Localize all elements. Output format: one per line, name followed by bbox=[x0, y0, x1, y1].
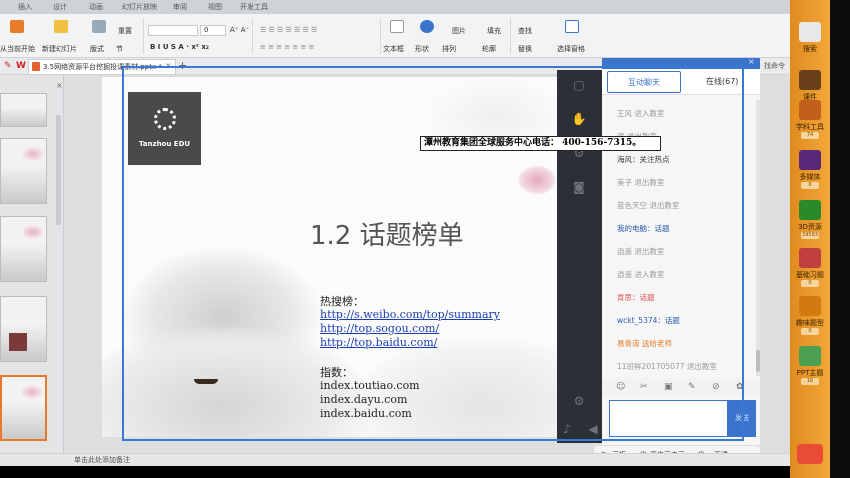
select-pane-button[interactable]: 选择窗格 bbox=[557, 44, 585, 54]
arrange-button[interactable]: 排列 bbox=[442, 44, 456, 54]
toolbar-tool-count: 0 bbox=[801, 182, 819, 189]
slide-thumbnail[interactable] bbox=[0, 138, 47, 204]
ribbon-divider bbox=[510, 18, 511, 54]
toolbar-tool-count: 74 bbox=[801, 132, 819, 139]
toolbar-tool-label[interactable]: 多媒体 bbox=[790, 172, 830, 182]
close-chat-icon[interactable]: × bbox=[748, 57, 755, 66]
toolbar-tool-icon[interactable] bbox=[799, 150, 821, 170]
shape-icon bbox=[420, 20, 434, 33]
pptx-file-icon bbox=[32, 62, 40, 71]
ribbon-tab-bar: 插入 设计 动画 幻灯片放映 审阅 视图 开发工具 bbox=[0, 0, 790, 14]
notes-hint[interactable]: 单击此处添加备注 bbox=[74, 455, 130, 465]
ribbon: 从当前开始 新建幻灯片 版式 节 重置 0 B I U S A · x² x₂ … bbox=[0, 14, 790, 58]
tab-design[interactable]: 设计 bbox=[53, 2, 67, 12]
from-current-button[interactable]: 从当前开始 bbox=[0, 44, 35, 54]
outline-button[interactable]: 轮廓 bbox=[482, 44, 496, 54]
new-slide-icon bbox=[54, 20, 68, 33]
reset-button[interactable]: 重置 bbox=[118, 26, 132, 36]
font-grow-icon[interactable]: A⁺ A⁻ bbox=[230, 26, 249, 34]
toolbar-tool-icon[interactable] bbox=[799, 248, 821, 268]
slide-thumbnail[interactable] bbox=[0, 93, 47, 127]
find-button[interactable]: 查找 bbox=[518, 26, 532, 36]
layout-button[interactable]: 版式 bbox=[90, 44, 104, 54]
ribbon-divider bbox=[380, 18, 381, 54]
slide-thumbnail[interactable] bbox=[0, 216, 47, 282]
cloud-icon[interactable] bbox=[797, 444, 823, 464]
toolbar-tool-icon[interactable] bbox=[799, 100, 821, 120]
window-edge bbox=[830, 0, 850, 478]
status-bar: 单击此处添加备注 bbox=[0, 453, 790, 466]
chat-scrollbar[interactable] bbox=[756, 100, 760, 376]
fill-button[interactable]: 填充 bbox=[487, 26, 501, 36]
picture-button[interactable]: 图片 bbox=[452, 26, 466, 36]
wps-logo-icon: W bbox=[16, 61, 26, 71]
toolbar-tool-icon[interactable] bbox=[799, 296, 821, 316]
tab-view[interactable]: 视图 bbox=[208, 2, 222, 12]
slide-thumbnails-pane: × bbox=[0, 75, 64, 453]
bold-icon[interactable]: B I U S A · x² x₂ bbox=[150, 43, 209, 51]
layout-icon bbox=[92, 20, 106, 33]
tab-review[interactable]: 审阅 bbox=[173, 2, 187, 12]
new-slide-button[interactable]: 新建幻灯片 bbox=[42, 44, 77, 54]
thumbnail-photo bbox=[9, 333, 27, 351]
tab-insert[interactable]: 插入 bbox=[18, 2, 32, 12]
textbox-button[interactable]: 文本框 bbox=[383, 44, 404, 54]
align-icon[interactable]: ≡ ≡ ≡ ≡ ≡ ≡ ≡ bbox=[260, 43, 314, 51]
toolbar-tool-label[interactable]: 3D资源 bbox=[790, 222, 830, 232]
toolbar-tool-icon[interactable] bbox=[799, 70, 821, 90]
selection-frame bbox=[122, 66, 744, 441]
slide-thumbnail[interactable] bbox=[0, 296, 47, 362]
list-icon[interactable]: ☰ ☰ ☰ ☰ ☰ ☰ ☰ bbox=[260, 26, 317, 34]
textbox-icon bbox=[390, 20, 404, 33]
toolbar-tool-count: 0 bbox=[801, 328, 819, 335]
thumbnail-scrollbar[interactable] bbox=[56, 115, 61, 225]
tab-slideshow[interactable]: 幻灯片放映 bbox=[122, 2, 157, 12]
select-pane-icon bbox=[565, 20, 579, 33]
toolbar-tool-icon[interactable] bbox=[799, 22, 821, 42]
chat-scrollbar-thumb[interactable] bbox=[756, 350, 760, 372]
close-pane-icon[interactable]: × bbox=[56, 81, 63, 90]
toolbar-tool-count: 0 bbox=[801, 280, 819, 287]
ribbon-divider bbox=[252, 18, 253, 54]
toolbar-tool-label[interactable]: 搜索 bbox=[790, 44, 830, 54]
toolbar-tool-label[interactable]: 趣味题型 bbox=[790, 318, 830, 328]
toolbar-tool-label[interactable]: PPT主题 bbox=[790, 368, 830, 378]
find-command-label[interactable]: 找命令 bbox=[764, 61, 785, 71]
font-name-field[interactable] bbox=[148, 25, 198, 36]
font-size-field[interactable]: 0 bbox=[200, 25, 226, 36]
shape-button[interactable]: 形状 bbox=[415, 44, 429, 54]
toolbar-tool-icon[interactable] bbox=[799, 200, 821, 220]
toolbar-tool-icon[interactable] bbox=[799, 346, 821, 366]
slide-thumbnail-selected[interactable] bbox=[0, 375, 47, 441]
toolbar-tool-label[interactable]: 基础习题 bbox=[790, 270, 830, 280]
tab-developer[interactable]: 开发工具 bbox=[240, 2, 268, 12]
ribbon-divider bbox=[143, 18, 144, 54]
pin-icon[interactable]: ✎ bbox=[4, 61, 12, 71]
tab-animation[interactable]: 动画 bbox=[89, 2, 103, 12]
toolbar-tool-count: 39583 bbox=[801, 232, 819, 239]
toolbar-tool-count: 16 bbox=[801, 378, 819, 385]
service-phone-banner: 潭州教育集团全球服务中心电话： 400-156-7315。 bbox=[420, 136, 661, 151]
section-button[interactable]: 节 bbox=[116, 44, 123, 54]
play-icon bbox=[10, 20, 24, 33]
replace-button[interactable]: 替换 bbox=[518, 44, 532, 54]
toolbar-tool-label[interactable]: 学科工具 bbox=[790, 122, 830, 132]
